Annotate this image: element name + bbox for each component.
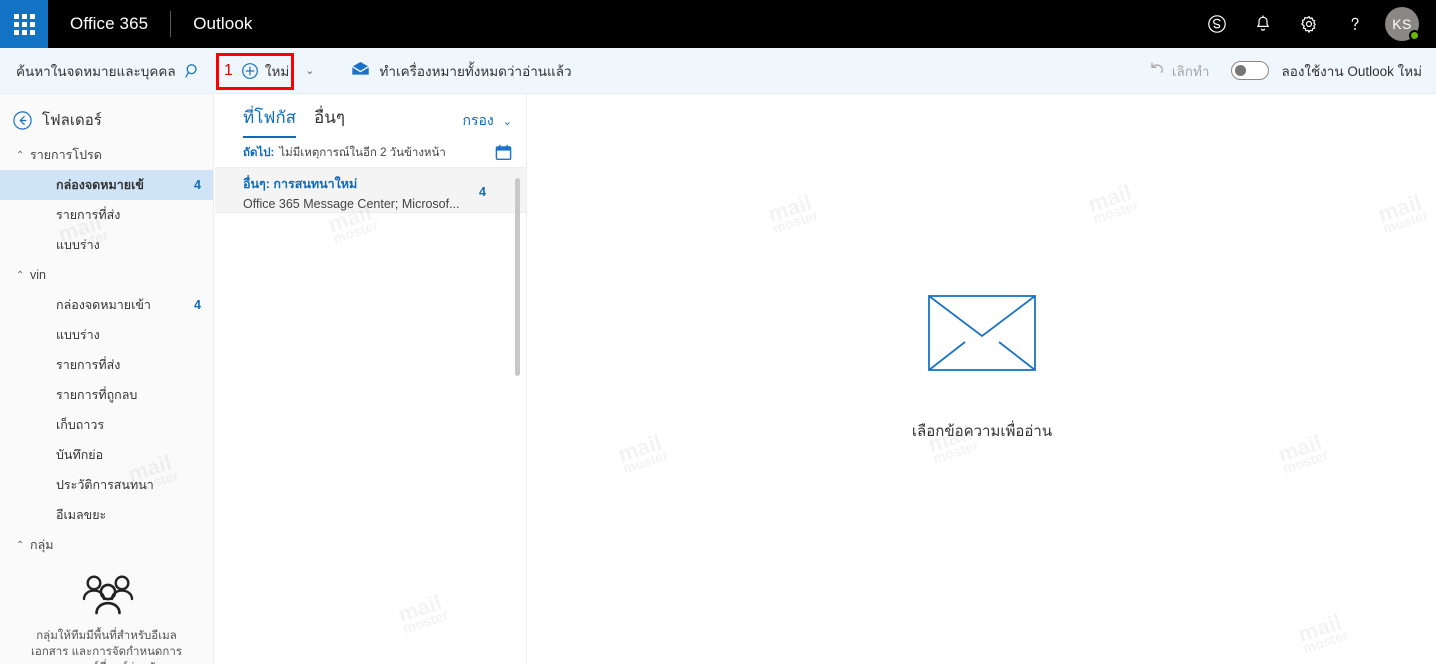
back-arrow-circle-icon[interactable] [12,110,33,131]
message-list-pane: ที่โฟกัส อื่นๆ กรอง ⌄ ถัดไป: ไม่มีเหตุกา… [215,94,527,664]
chevron-down-icon: ⌄ [502,115,512,128]
folder-label: แบบร่าง [56,328,100,342]
mark-all-read-label: ทำเครื่องหมายทั้งหมดว่าอ่านแล้ว [379,63,572,79]
undo-button[interactable]: เลิกทำ [1149,60,1210,82]
chevron-up-icon: ⌃ [16,539,25,551]
try-new-outlook-label: ลองใช้งาน Outlook ใหม่ [1281,63,1422,79]
sidebar-item-archive[interactable]: เก็บถาวร [0,410,213,440]
filter-label: กรอง [462,112,494,128]
folder-label: ประวัติการสนทนา [56,478,154,492]
suite-right-icons: KS [1194,0,1436,48]
folder-label: เก็บถาวร [56,418,105,432]
filter-button[interactable]: กรอง ⌄ [463,110,512,138]
chevron-down-icon[interactable]: ⌄ [305,64,314,77]
undo-label: เลิกทำ [1171,63,1210,79]
avatar[interactable]: KS [1378,0,1426,48]
sidebar-section-label: กลุ่ม [30,538,54,552]
groups-description: กลุ่มให้ทีมมีพื้นที่สำหรับอีเมล เอกสาร แ… [30,630,183,664]
search-input[interactable]: ค้นหาในจดหมายและบุคคล [0,48,216,94]
sidebar-section-label: รายการโปรด [30,148,102,162]
open-envelope-icon [351,61,370,81]
suite-bar: Office 365 Outlook KS [0,0,1436,48]
undo-arrow-icon [1149,60,1165,81]
message-list-scrollbar[interactable] [515,178,520,376]
command-bar: ค้นหาในจดหมายและบุคคล 1 ใหม่ ⌄ ทำเครื่อง… [0,48,1436,94]
folder-label: รายการที่ส่ง [56,358,121,372]
list-item[interactable]: อื่นๆ: การสนทนาใหม่ Office 365 Message C… [215,168,526,213]
page-title: โฟลเดอร์ [42,112,102,129]
command-bar-right: เลิกทำ ลองใช้งาน Outlook ใหม่ [1149,60,1436,82]
calendar-icon[interactable] [495,144,512,161]
next-up-bar: ถัดไป: ไม่มีเหตุการณ์ในอีก 2 วันข้างหน้า [215,138,526,168]
next-up-value: ไม่มีเหตุการณ์ในอีก 2 วันข้างหน้า [279,146,446,159]
settings-gear-icon[interactable] [1286,0,1332,48]
folder-label: อีเมลขยะ [56,508,107,522]
sidebar-item-inbox[interactable]: กล่องจดหมายเข้า 4 [0,290,213,320]
tab-focused[interactable]: ที่โฟกัส [243,104,297,138]
mark-all-read-button[interactable]: ทำเครื่องหมายทั้งหมดว่าอ่านแล้ว [351,60,572,82]
sidebar-item-drafts-favorite[interactable]: แบบร่าง [0,230,213,260]
sidebar-item-notes[interactable]: บันทึกย่อ [0,440,213,470]
people-group-icon [16,574,197,616]
help-question-icon[interactable] [1332,0,1378,48]
search-placeholder: ค้นหาในจดหมายและบุคคล [16,63,176,79]
groups-empty-state: กลุ่มให้ทีมมีพื้นที่สำหรับอีเมล เอกสาร แ… [0,560,213,664]
suite-separator [170,11,172,37]
sidebar-item-drafts[interactable]: แบบร่าง [0,320,213,350]
step-number-label: 1 [224,61,233,79]
notifications-bell-icon[interactable] [1240,0,1286,48]
folder-label: บันทึกย่อ [56,448,104,462]
plus-circle-icon[interactable] [241,62,259,80]
folder-label: กล่องจดหมายเข้า [56,298,151,312]
reading-pane-empty-text: เลือกข้อความเพื่ออ่าน [911,423,1053,440]
folder-unread-count: 4 [194,298,201,312]
app-name-outlook[interactable]: Outlook [193,14,252,34]
try-new-outlook-toggle[interactable] [1231,61,1270,80]
sidebar-item-inbox-favorite[interactable]: กล่องจดหมายเข้ 4 [0,170,213,200]
suite-brand[interactable]: Office 365 [70,14,148,34]
next-up-label: ถัดไป: [243,146,275,159]
tab-other[interactable]: อื่นๆ [314,104,345,138]
envelope-icon [912,295,1052,371]
chevron-up-icon: ⌃ [16,269,25,281]
sidebar-item-deleted[interactable]: รายการที่ถูกลบ [0,380,213,410]
sidebar-section-groups[interactable]: ⌃ กลุ่ม [0,530,213,560]
sidebar-item-sent-favorite[interactable]: รายการที่ส่ง [0,200,213,230]
sidebar-item-junk[interactable]: อีเมลขยะ [0,500,213,530]
skype-icon[interactable] [1194,0,1240,48]
sidebar: โฟลเดอร์ ⌃ รายการโปรด กล่องจดหมายเข้ 4 ร… [0,94,214,664]
folder-label: แบบร่าง [56,238,100,252]
chevron-up-icon: ⌃ [16,149,25,161]
sidebar-section-label: vin [30,268,46,282]
new-mail-button[interactable]: ใหม่ [265,60,289,82]
reading-pane: เลือกข้อความเพื่ออ่าน [528,94,1436,664]
sidebar-section-favorites[interactable]: ⌃ รายการโปรด [0,140,213,170]
app-launcher-icon[interactable] [0,0,48,48]
search-icon[interactable] [184,62,202,80]
toggle-knob [1235,65,1247,76]
sidebar-section-vin[interactable]: ⌃ vin [0,260,213,290]
folder-unread-count: 4 [194,178,201,192]
new-mail-group: 1 ใหม่ ⌄ [216,48,321,94]
message-unread-count: 4 [479,185,486,199]
message-subject: อื่นๆ: การสนทนาใหม่ [243,177,358,191]
folder-label: รายการที่ส่ง [56,208,121,222]
message-list-tabs: ที่โฟกัส อื่นๆ กรอง ⌄ [215,94,526,138]
sidebar-item-conversation-history[interactable]: ประวัติการสนทนา [0,470,213,500]
folders-header: โฟลเดอร์ [0,100,213,140]
sidebar-item-sent[interactable]: รายการที่ส่ง [0,350,213,380]
folder-label: กล่องจดหมายเข้ [56,178,144,192]
message-sender: Office 365 Message Center; Microsof... [243,197,460,211]
folder-label: รายการที่ถูกลบ [56,388,138,402]
presence-indicator [1409,30,1420,41]
